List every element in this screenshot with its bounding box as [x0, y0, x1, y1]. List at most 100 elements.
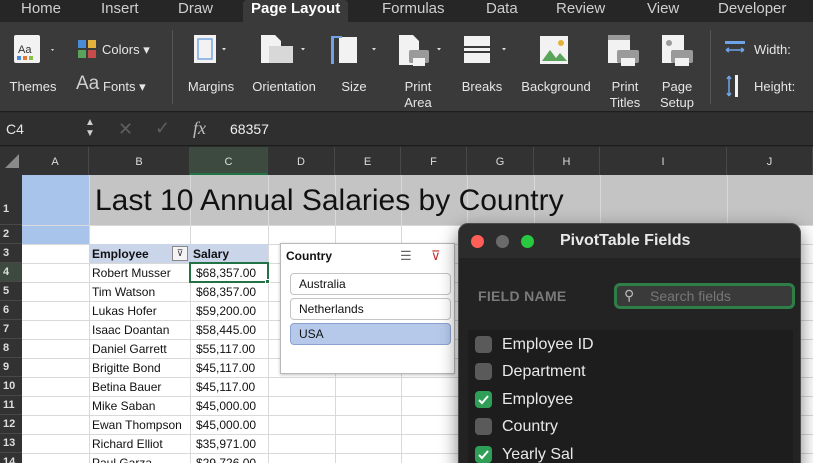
salary-cell[interactable]: $55,117.00 — [196, 340, 255, 358]
salary-cell[interactable]: $68,357.00 — [196, 283, 256, 301]
tab-draw[interactable]: Draw — [178, 0, 213, 22]
minimize-window-button[interactable] — [496, 235, 509, 248]
clear-filter-icon[interactable]: ⊽ — [431, 248, 441, 264]
column-header-b[interactable]: B — [89, 147, 190, 175]
row-header[interactable]: 2 — [0, 225, 22, 244]
field-item-country[interactable]: Country — [475, 417, 558, 443]
row-header[interactable]: 3 — [0, 244, 22, 263]
background-button[interactable]: Background — [515, 79, 597, 95]
checkbox-unchecked[interactable] — [475, 363, 492, 380]
page-setup-button[interactable]: Page Setup — [654, 79, 700, 111]
salary-cell[interactable]: $45,117.00 — [196, 378, 255, 396]
salary-cell[interactable]: $45,000.00 — [196, 416, 256, 434]
employee-cell[interactable]: Betina Bauer — [92, 378, 161, 396]
tab-home[interactable]: Home — [21, 0, 61, 22]
checkbox-checked[interactable] — [475, 391, 492, 408]
field-item-department[interactable]: Department — [475, 362, 586, 388]
width-label[interactable]: Width: — [754, 42, 791, 58]
tab-formulas[interactable]: Formulas — [382, 0, 445, 22]
employee-cell[interactable]: Tim Watson — [92, 283, 155, 301]
themes-button[interactable]: Themes — [6, 79, 60, 95]
select-all-icon[interactable] — [4, 153, 20, 169]
tab-developer[interactable]: Developer — [718, 0, 786, 22]
row-header[interactable]: 13 — [0, 434, 22, 453]
salary-cell[interactable]: $45,000.00 — [196, 397, 256, 415]
tab-view[interactable]: View — [647, 0, 679, 22]
name-box[interactable]: C4 — [6, 121, 24, 137]
function-icon[interactable]: fx — [193, 118, 206, 139]
salary-cell[interactable]: $35,971.00 — [196, 435, 256, 453]
fonts-button[interactable]: Fonts ▾ — [103, 79, 146, 95]
breaks-button[interactable]: Breaks — [457, 79, 507, 95]
column-header-j[interactable]: J — [727, 147, 813, 175]
row-header[interactable]: 10 — [0, 377, 22, 396]
employee-cell[interactable]: Ewan Thompson — [92, 416, 182, 434]
row-header[interactable]: 14 — [0, 453, 22, 463]
tab-page-layout[interactable]: Page Layout — [243, 0, 349, 22]
orientation-button[interactable]: Orientation — [244, 79, 324, 95]
height-icon — [726, 74, 744, 103]
row-header[interactable]: 12 — [0, 415, 22, 434]
column-header-i[interactable]: I — [600, 147, 727, 175]
themes-icon[interactable]: Aa — [12, 33, 56, 70]
row-header[interactable]: 1 — [0, 175, 22, 225]
column-header-c[interactable]: C — [190, 147, 268, 175]
checkbox-unchecked[interactable] — [475, 336, 492, 353]
filter-icon[interactable]: ⊽ — [172, 246, 188, 261]
size-button[interactable]: Size — [334, 79, 374, 95]
sheet-title[interactable]: Last 10 Annual Salaries by Country — [95, 183, 564, 219]
multi-select-icon[interactable]: ☰ — [400, 248, 412, 264]
salary-cell[interactable]: $29,726.00 — [196, 454, 256, 463]
slicer-item-australia[interactable]: Australia — [290, 273, 451, 295]
column-header-d[interactable]: D — [268, 147, 335, 175]
tab-insert[interactable]: Insert — [101, 0, 139, 22]
height-label[interactable]: Height: — [754, 79, 795, 95]
row-header[interactable]: 11 — [0, 396, 22, 415]
row-header[interactable]: 6 — [0, 301, 22, 320]
employee-cell[interactable]: Richard Elliot — [92, 435, 163, 453]
checkbox-checked[interactable] — [475, 446, 492, 463]
header-salary[interactable]: Salary — [193, 245, 229, 263]
row-header[interactable]: 8 — [0, 339, 22, 358]
colors-button[interactable]: Colors ▾ — [102, 42, 150, 58]
print-area-button[interactable]: Print Area — [393, 79, 443, 111]
salary-cell[interactable]: $59,200.00 — [196, 302, 256, 320]
employee-cell[interactable]: Robert Musser — [92, 264, 171, 282]
employee-cell[interactable]: Daniel Garrett — [92, 340, 167, 358]
column-header-g[interactable]: G — [467, 147, 534, 175]
name-box-stepper-icon[interactable]: ▲ ▼ — [85, 117, 95, 139]
slicer-item-netherlands[interactable]: Netherlands — [290, 298, 451, 320]
row-header[interactable]: 7 — [0, 320, 22, 339]
print-titles-button[interactable]: Print Titles — [602, 79, 648, 111]
tab-review[interactable]: Review — [556, 0, 605, 22]
employee-cell[interactable]: Isaac Doantan — [92, 321, 169, 339]
slicer-item-usa[interactable]: USA — [290, 323, 451, 345]
employee-cell[interactable]: Brigitte Bond — [92, 359, 161, 377]
column-header-f[interactable]: F — [401, 147, 467, 175]
salary-cell[interactable]: $45,117.00 — [196, 359, 255, 377]
employee-cell[interactable]: Paul Garza — [92, 454, 152, 463]
checkbox-unchecked[interactable] — [475, 418, 492, 435]
employee-cell[interactable]: Mike Saban — [92, 397, 155, 415]
employee-cell[interactable]: Lukas Hofer — [92, 302, 157, 320]
formula-input[interactable]: 68357 — [230, 121, 269, 137]
row-header[interactable]: 5 — [0, 282, 22, 301]
salary-cell[interactable]: $58,445.00 — [196, 321, 256, 339]
field-item-yearly-sal[interactable]: Yearly Sal — [475, 445, 573, 463]
row-header[interactable]: 4 — [0, 263, 22, 282]
cancel-icon[interactable]: ✕ — [118, 119, 133, 140]
column-header-h[interactable]: H — [534, 147, 600, 175]
field-item-employee[interactable]: Employee — [475, 390, 573, 416]
margins-button[interactable]: Margins — [183, 79, 239, 95]
column-header-a[interactable]: A — [22, 147, 89, 175]
fill-handle[interactable] — [265, 279, 270, 284]
row-header[interactable]: 9 — [0, 358, 22, 377]
field-item-employee-id[interactable]: Employee ID — [475, 335, 594, 361]
tab-data[interactable]: Data — [486, 0, 518, 22]
header-employee[interactable]: Employee — [92, 245, 149, 263]
zoom-window-button[interactable] — [521, 235, 534, 248]
confirm-icon[interactable]: ✓ — [155, 118, 170, 139]
search-fields-input[interactable]: ⚲ Search fields — [614, 283, 795, 309]
column-header-e[interactable]: E — [335, 147, 401, 175]
close-window-button[interactable] — [471, 235, 484, 248]
